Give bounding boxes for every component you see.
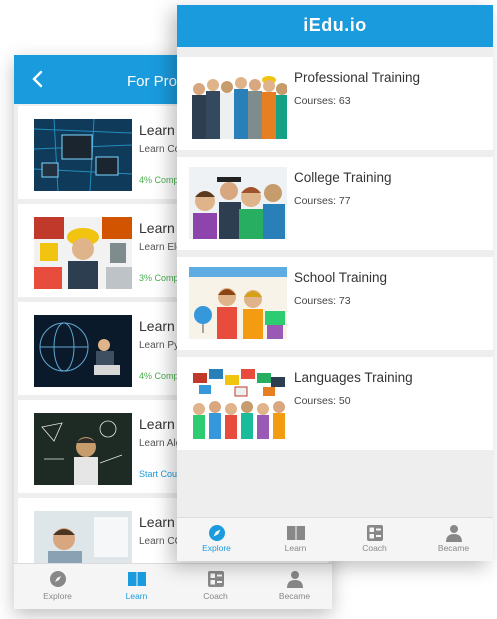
app-title: iEdu.io [303,15,367,35]
tab-coach[interactable]: Coach [176,564,255,609]
tab-explore[interactable]: Explore [18,564,97,609]
category-card-college[interactable]: College Training Courses: 77 [177,157,493,250]
category-course-count: Courses: 77 [294,195,351,207]
category-list: Professional Training Courses: 63 Colleg… [177,57,493,457]
compass-icon [49,571,66,587]
dashboard-icon [366,525,383,541]
category-course-count: Courses: 63 [294,95,351,107]
tab-became[interactable]: Became [255,564,332,609]
course-thumbnail-electrician [34,217,132,289]
explore-screen: iEdu.io Professional Training Courses: 6… [177,5,493,561]
category-card-languages[interactable]: Languages Training Courses: 50 [177,357,493,450]
tab-label: Coach [203,591,228,601]
explore-header: iEdu.io [177,5,493,47]
category-course-count: Courses: 73 [294,295,351,307]
category-thumbnail-professional [189,67,287,139]
course-subtitle: Learn Ele [139,242,182,253]
tab-label: Explore [202,543,231,553]
category-thumbnail-languages [189,367,287,439]
start-course-link[interactable]: Start Cour [139,469,180,479]
tab-learn[interactable]: Learn [97,564,176,609]
tab-explore[interactable]: Explore [177,518,256,561]
tab-label: Learn [125,591,148,601]
tab-label: Coach [362,543,387,553]
category-title: School Training [294,270,388,285]
category-thumbnail-school [189,267,287,339]
course-thumbnail-algebra [34,413,132,485]
category-card-school[interactable]: School Training Courses: 73 [177,257,493,350]
tab-label: Explore [43,591,72,601]
course-subtitle: Learn Py [139,340,180,351]
tab-coach[interactable]: Coach [335,518,414,561]
category-title: Languages Training [294,370,413,385]
tab-label: Became [437,543,470,553]
category-title: Professional Training [294,70,421,85]
book-icon [286,526,305,540]
category-title: College Training [294,170,392,185]
chevron-left-icon[interactable] [28,69,48,89]
category-thumbnail-college [189,167,287,239]
course-subtitle: Learn Alg [139,438,182,449]
explore-tab-bar: Explore Learn Coach Became [177,517,493,561]
app-showcase: For Profe Learn C Learn Co 4% Complet Le… [0,0,497,619]
category-card-professional[interactable]: Professional Training Courses: 63 [177,57,493,150]
course-thumbnail-python [34,315,132,387]
category-course-count: Courses: 50 [294,395,351,407]
book-icon [127,572,146,586]
course-subtitle: Learn CC [139,536,182,547]
tab-became[interactable]: Became [414,518,493,561]
course-thumbnail-circuit [34,119,132,191]
learn-tab-bar: Explore Learn Coach Became [14,563,332,609]
tab-learn[interactable]: Learn [256,518,335,561]
dashboard-icon [207,571,224,587]
course-subtitle: Learn Co [139,144,181,155]
compass-icon [208,525,225,541]
tab-label: Learn [284,543,307,553]
tab-label: Became [278,591,311,601]
person-icon [445,525,462,542]
person-icon [286,571,303,588]
